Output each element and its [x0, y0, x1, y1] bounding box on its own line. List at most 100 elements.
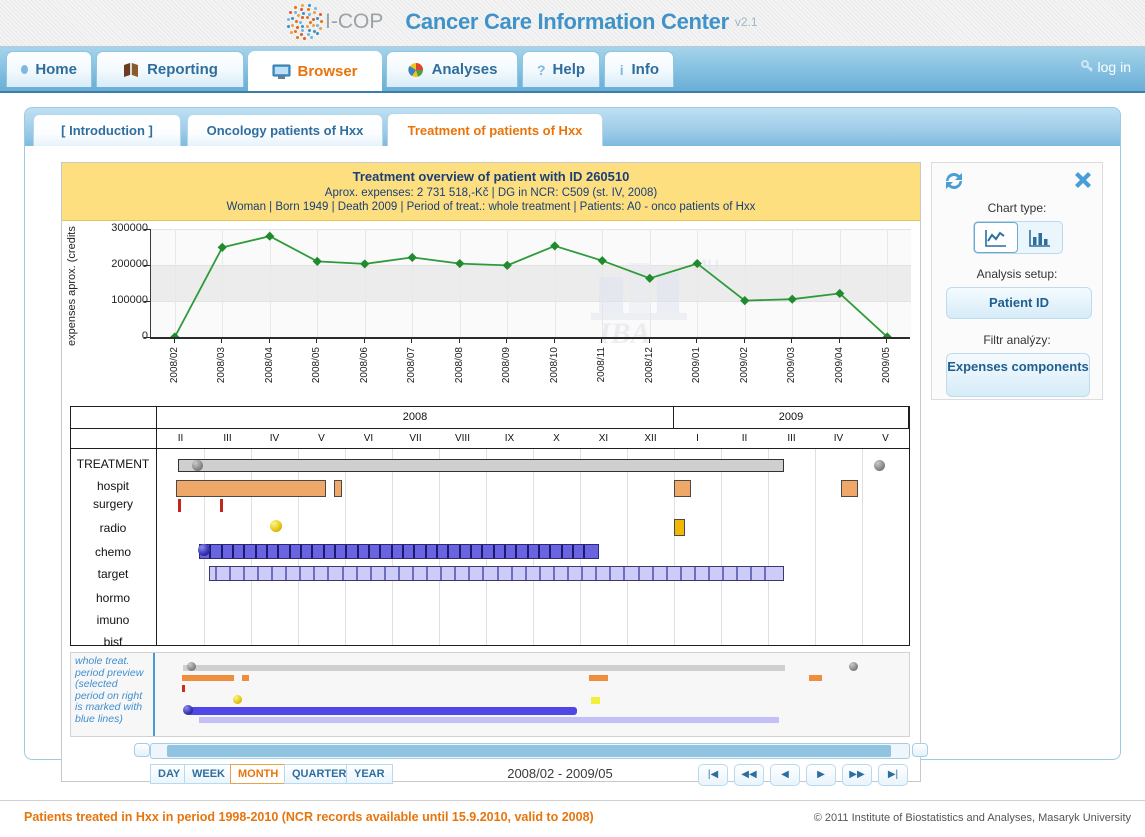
chart-x-tick: 2008/10: [549, 347, 560, 384]
chemo-dose-tick: [481, 545, 484, 558]
nav-tab-reporting[interactable]: Reporting: [96, 51, 244, 87]
chemo-dose-tick: [560, 545, 563, 558]
analysis-setup-label: Analysis setup:: [976, 267, 1058, 281]
chemo-dose-tick: [458, 545, 461, 558]
chart-x-tick: 2008/06: [359, 347, 370, 384]
chart-series: [170, 231, 892, 337]
target-dose-tick: [412, 567, 414, 580]
timeline-month-cell: IV: [269, 433, 280, 444]
target-dose-tick: [313, 567, 316, 580]
granularity-year[interactable]: YEAR: [346, 764, 393, 784]
chart-x-tick: 2009/05: [881, 347, 892, 384]
footer-left-text: Patients treated in Hxx in period 1998-2…: [24, 810, 594, 824]
scrollbar-thumb[interactable]: [167, 745, 891, 757]
target-dose-tick: [538, 567, 541, 580]
timeline-month-cell: I: [696, 433, 699, 444]
treatment-timeline-table: 2008 2009 II III IV V VI VII VIII IX X XI XII I II III…: [70, 406, 910, 649]
chemo-dose-tick: [368, 545, 371, 558]
subtab-introduction[interactable]: [ Introduction ]: [33, 114, 181, 146]
chemo-dose-tick: [515, 545, 518, 558]
nav-tab-home-label: Home: [35, 61, 77, 78]
line-chart-icon[interactable]: [974, 222, 1019, 253]
nav-tab-help[interactable]: ? Help: [522, 51, 600, 87]
prev-icon[interactable]: ◀: [770, 764, 800, 786]
subtab-treatment-patients[interactable]: Treatment of patients of Hxx: [387, 113, 603, 147]
login-link[interactable]: log in: [1080, 59, 1131, 75]
scroll-right-button[interactable]: [912, 743, 928, 757]
timeline-row-label: surgery: [92, 497, 133, 511]
chart-plot-area: MU IBA: [150, 229, 911, 350]
granularity-month-label: MONTH: [238, 768, 279, 780]
target-dose-tick: [369, 567, 372, 580]
info-icon: i: [619, 61, 624, 78]
target-dose-tick: [256, 567, 259, 580]
close-icon[interactable]: [1072, 169, 1094, 191]
chart-x-tick: 2009/02: [739, 347, 750, 384]
nav-tab-reporting-label: Reporting: [147, 61, 218, 78]
granularity-quarter[interactable]: QUARTER: [284, 764, 355, 784]
bar-chart-icon[interactable]: [1018, 222, 1062, 253]
content-area: [ Introduction ] Oncology patients of Hx…: [0, 95, 1145, 800]
first-page-icon[interactable]: |◀: [698, 764, 728, 786]
patient-header: Treatment overview of patient with ID 26…: [62, 163, 920, 221]
target-dose-tick: [623, 567, 626, 580]
chart-x-tick: 2008/08: [454, 347, 465, 384]
next-icon[interactable]: ▶: [806, 764, 836, 786]
timeline-month-cell: IX: [504, 433, 515, 444]
filter-button-label: Expenses components: [947, 359, 1089, 374]
subtab-introduction-label: [ Introduction ]: [61, 123, 153, 138]
subtab-oncology-patients[interactable]: Oncology patients of Hxx: [187, 114, 383, 146]
footer-right-text: © 2011 Institute of Biostatistics and An…: [813, 812, 1131, 824]
target-dose-tick: [383, 567, 386, 580]
refresh-icon[interactable]: [942, 169, 966, 193]
fast-forward-icon[interactable]: ▶▶: [842, 764, 872, 786]
radio-marker: [269, 520, 282, 532]
nav-tab-analyses[interactable]: Analyses: [386, 51, 518, 87]
nav-tab-browser-label: Browser: [297, 63, 358, 80]
timeline-row-label: imuno: [96, 613, 130, 627]
expenses-chart: expenses aprox. (credits MU IBA 0 100000…: [62, 221, 920, 383]
granularity-day[interactable]: DAY: [150, 764, 189, 784]
hospit-bar: [840, 480, 858, 497]
filter-label: Filtr analýzy:: [983, 333, 1051, 347]
login-label: log in: [1097, 59, 1131, 75]
chemo-dose-tick: [300, 545, 302, 558]
target-dose-tick: [228, 567, 231, 580]
timeline-scrollbar[interactable]: [150, 743, 910, 759]
target-dose-tick: [693, 567, 696, 580]
target-dose-tick: [285, 567, 288, 580]
last-page-icon[interactable]: ▶|: [878, 764, 908, 786]
timeline-month-cell: VIII: [454, 433, 470, 444]
app-title: Cancer Care Information Center: [405, 9, 729, 34]
nav-tab-info[interactable]: i Info: [604, 51, 674, 87]
fast-rewind-icon[interactable]: ◀◀: [734, 764, 764, 786]
timeline-month-cell: III: [787, 433, 796, 444]
page-footer: Patients treated in Hxx in period 1998-2…: [0, 800, 1145, 837]
chart-x-tick: 2008/09: [501, 347, 512, 384]
nav-tab-home[interactable]: Home: [6, 51, 92, 87]
chart-x-tick: 2008/12: [644, 347, 655, 384]
treatment-span-bar: [178, 459, 785, 472]
patient-demographics-line: Woman | Born 1949 | Death 2009 | Period …: [226, 201, 756, 213]
granularity-day-label: DAY: [158, 768, 181, 780]
chemo-dose-tick: [526, 545, 529, 558]
target-dose-tick: [496, 567, 499, 580]
granularity-month[interactable]: MONTH: [230, 764, 287, 784]
chemo-dose-tick: [231, 545, 234, 558]
scroll-left-button[interactable]: [134, 743, 150, 757]
analysis-setup-button[interactable]: Patient ID: [946, 287, 1092, 319]
chart-y-tick: 100000: [111, 294, 148, 306]
granularity-week[interactable]: WEEK: [184, 764, 233, 784]
target-dose-tick: [327, 567, 330, 580]
timeline-month-cell: VII: [409, 433, 422, 444]
nav-tab-browser[interactable]: Browser: [248, 51, 382, 91]
analysis-setup-button-label: Patient ID: [989, 295, 1049, 310]
filter-button[interactable]: Expenses components: [946, 353, 1090, 397]
target-dose-tick: [242, 567, 245, 580]
nav-tab-info-label: Info: [631, 61, 660, 78]
chemo-dose-tick: [322, 545, 325, 558]
target-dose-tick: [736, 567, 739, 580]
timeline-controls: DAY WEEK MONTH QUARTER YEAR 2008/02 - 20…: [150, 764, 910, 790]
chemo-dose-tick: [572, 545, 575, 558]
target-dose-tick: [750, 567, 753, 580]
